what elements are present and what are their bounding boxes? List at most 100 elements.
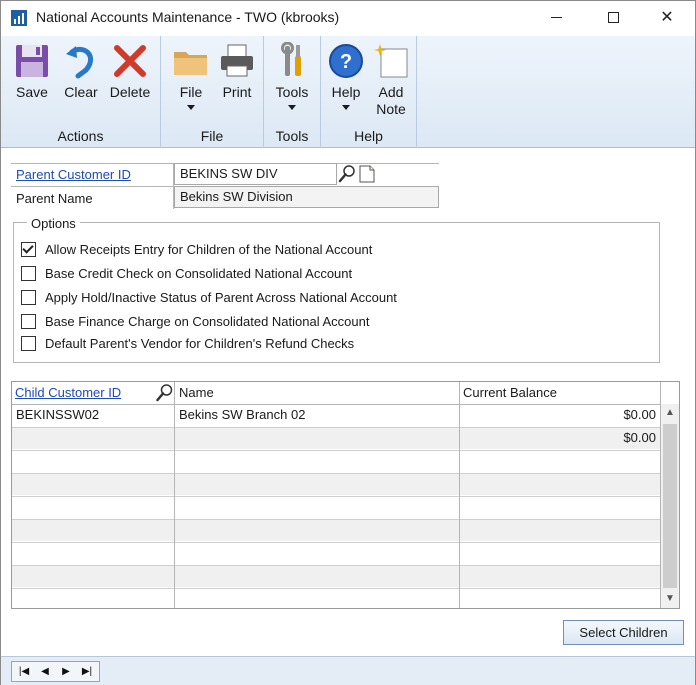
- parent-customer-id-link[interactable]: Parent Customer ID: [16, 167, 131, 182]
- help-dropdown-caret: [342, 105, 350, 110]
- actions-group-label: Actions: [57, 128, 104, 144]
- file-dropdown-caret: [187, 105, 195, 110]
- cell-name[interactable]: [175, 427, 459, 450]
- close-icon: ✕: [660, 9, 674, 26]
- clear-label: Clear: [64, 84, 98, 100]
- select-children-button[interactable]: Select Children: [563, 620, 684, 645]
- save-button[interactable]: Save: [9, 42, 55, 101]
- checkbox[interactable]: [21, 266, 36, 281]
- lookup-icon[interactable]: [338, 164, 356, 184]
- svg-text:?: ?: [340, 51, 352, 73]
- option-label: Base Finance Charge on Consolidated Nati…: [45, 314, 370, 329]
- option-label: Base Credit Check on Consolidated Nation…: [45, 266, 353, 281]
- folder-icon: [172, 42, 210, 80]
- clear-button[interactable]: Clear: [61, 42, 101, 101]
- save-label: Save: [16, 84, 48, 100]
- add-note-label-2: Note: [376, 101, 406, 117]
- ribbon: Save Clear Delete Actions File Print Fil…: [1, 36, 695, 148]
- help-button[interactable]: ? Help: [325, 42, 367, 110]
- help-group-label: Help: [354, 128, 383, 144]
- parent-name-label: Parent Name: [16, 191, 93, 206]
- option-base-credit-check[interactable]: Base Credit Check on Consolidated Nation…: [21, 265, 421, 283]
- divider: [12, 542, 661, 543]
- print-label: Print: [222, 84, 252, 100]
- add-note-label-1: Add: [378, 84, 404, 100]
- parent-name-field: Bekins SW Division: [174, 186, 439, 208]
- scroll-down-icon[interactable]: ▼: [661, 590, 679, 608]
- file-group: File Print File: [161, 36, 264, 148]
- cell-child-id[interactable]: [12, 427, 174, 450]
- delete-icon: [111, 42, 149, 80]
- row-shade: [12, 473, 661, 495]
- add-note-button[interactable]: Add Note: [371, 42, 411, 118]
- column-header-name: Name: [179, 385, 214, 400]
- cell-balance: $0.00: [623, 407, 656, 422]
- row-shade: [12, 565, 661, 587]
- record-navigator: |◀ ◀ ▶ ▶|: [11, 661, 100, 682]
- printer-icon: [218, 42, 256, 80]
- divider: [173, 163, 174, 209]
- checkbox[interactable]: [21, 314, 36, 329]
- add-note-icon: [372, 42, 410, 80]
- option-label: Allow Receipts Entry for Children of the…: [45, 242, 373, 257]
- file-button[interactable]: File: [171, 42, 211, 110]
- tools-group: Tools Tools: [264, 36, 321, 148]
- minimize-icon: [550, 17, 562, 19]
- scroll-up-icon[interactable]: ▲: [661, 404, 679, 422]
- tools-icon: [273, 41, 311, 80]
- clear-icon: [62, 42, 100, 80]
- status-bar: |◀ ◀ ▶ ▶|: [1, 656, 695, 685]
- note-icon[interactable]: [358, 164, 376, 184]
- option-default-parent-vendor[interactable]: Default Parent's Vendor for Children's R…: [21, 335, 421, 353]
- close-button[interactable]: ✕: [644, 1, 690, 35]
- maximize-button[interactable]: [590, 1, 636, 35]
- last-record-icon[interactable]: ▶|: [77, 664, 97, 680]
- option-label: Default Parent's Vendor for Children's R…: [45, 336, 355, 351]
- help-icon: ?: [327, 42, 365, 80]
- tools-group-label: Tools: [275, 128, 309, 144]
- tools-dropdown-caret: [288, 105, 296, 110]
- grid-scrollbar[interactable]: ▲ ▼: [661, 404, 679, 608]
- parent-customer-id-field[interactable]: BEKINS SW DIV: [174, 163, 337, 185]
- option-label: Apply Hold/Inactive Status of Parent Acr…: [45, 290, 397, 305]
- checkbox[interactable]: [21, 290, 36, 305]
- option-allow-receipts[interactable]: Allow Receipts Entry for Children of the…: [21, 241, 421, 259]
- divider: [12, 473, 661, 474]
- column-header-child-customer-id[interactable]: Child Customer ID: [12, 382, 152, 404]
- lookup-icon[interactable]: [155, 383, 174, 403]
- app-icon: [11, 10, 27, 26]
- print-button[interactable]: Print: [217, 42, 257, 101]
- window-title: National Accounts Maintenance - TWO (kbr…: [36, 9, 340, 25]
- national-accounts-window: National Accounts Maintenance - TWO (kbr…: [0, 0, 696, 685]
- help-group: ? Help Add Note Help: [321, 36, 417, 148]
- maximize-icon: [607, 12, 619, 24]
- divider: [12, 496, 661, 497]
- checkmark-icon: [22, 242, 34, 254]
- divider: [12, 588, 661, 589]
- divider: [12, 565, 661, 566]
- row-shade: [12, 519, 661, 541]
- cell-child-id[interactable]: BEKINSSW02: [12, 404, 174, 427]
- title-bar: National Accounts Maintenance - TWO (kbr…: [1, 1, 695, 35]
- cell-balance: $0.00: [623, 430, 656, 445]
- tools-label: Tools: [275, 84, 309, 100]
- scroll-thumb[interactable]: [663, 424, 677, 588]
- checkbox[interactable]: [21, 336, 36, 351]
- children-grid: Child Customer ID Name Current Balance B…: [11, 381, 680, 609]
- previous-record-icon[interactable]: ◀: [35, 664, 55, 680]
- first-record-icon[interactable]: |◀: [14, 664, 34, 680]
- options-legend: Options: [27, 216, 80, 231]
- tools-button[interactable]: Tools: [272, 41, 312, 110]
- minimize-button[interactable]: [533, 1, 579, 35]
- delete-label: Delete: [109, 84, 151, 100]
- file-label: File: [179, 84, 203, 100]
- option-apply-hold-status[interactable]: Apply Hold/Inactive Status of Parent Acr…: [21, 289, 421, 307]
- delete-button[interactable]: Delete: [105, 42, 155, 101]
- save-icon: [13, 42, 51, 80]
- option-base-finance-charge[interactable]: Base Finance Charge on Consolidated Nati…: [21, 313, 421, 331]
- next-record-icon[interactable]: ▶: [56, 664, 76, 680]
- checkbox[interactable]: [21, 242, 36, 257]
- cell-name[interactable]: Bekins SW Branch 02: [175, 404, 459, 427]
- actions-group: Save Clear Delete Actions: [1, 36, 161, 148]
- help-label: Help: [331, 84, 361, 100]
